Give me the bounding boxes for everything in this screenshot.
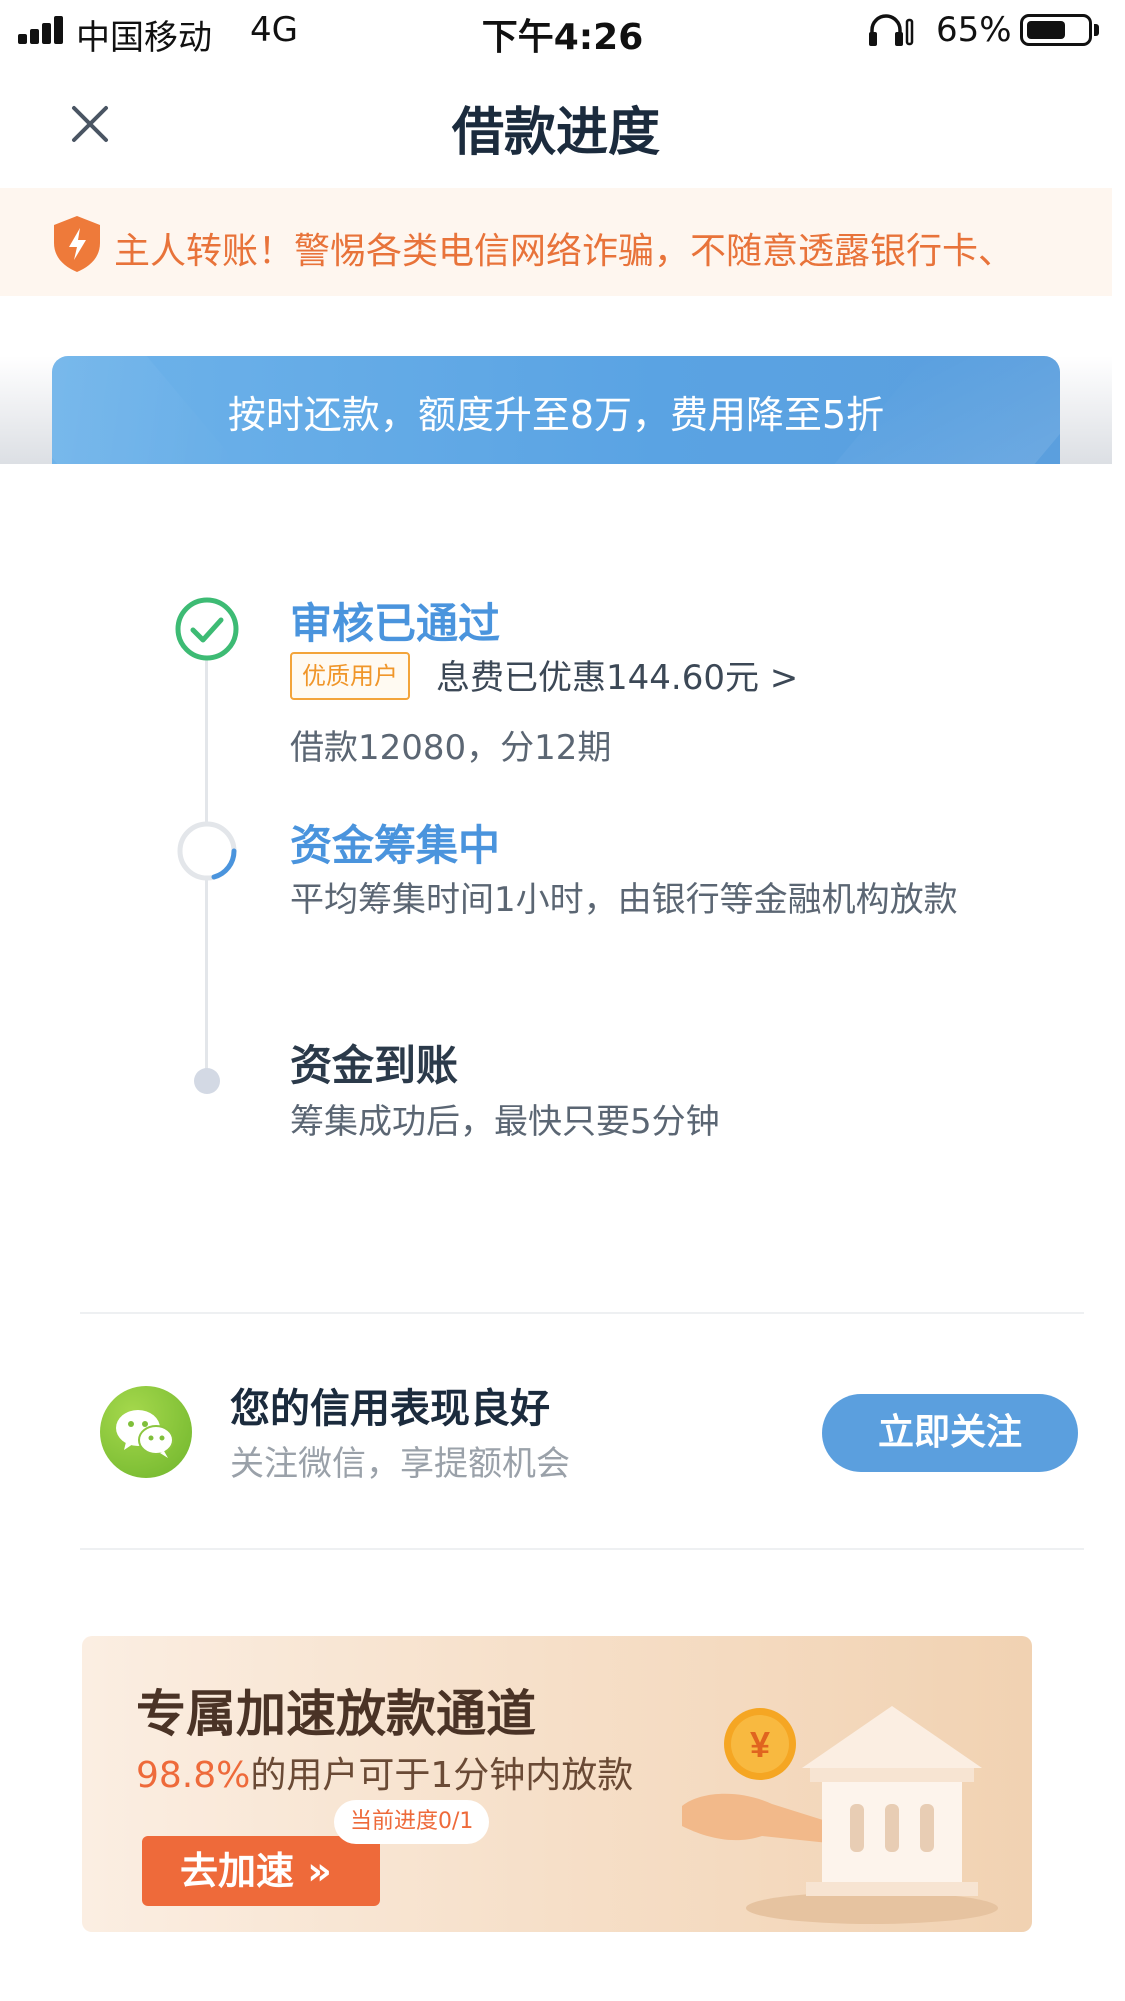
headphone-icon: [869, 14, 914, 46]
battery-percent: 65%: [936, 10, 1012, 50]
shield-icon: [54, 216, 100, 272]
page-title: 借款进度: [451, 103, 660, 163]
discount-link[interactable]: 息费已优惠144.60元 >: [436, 650, 798, 699]
step-detail: 筹集成功后，最快只要5分钟: [290, 1102, 720, 1142]
follow-button[interactable]: 立即关注: [822, 1394, 1078, 1472]
status-bar: 中国移动 4G 下午4:26 65%: [0, 0, 1125, 62]
speed-subtitle-rest: 的用户可于1分钟内放款: [250, 1755, 634, 1796]
fraud-warning-banner[interactable]: 主人转账！警惕各类电信网络诈骗，不随意透露银行卡、: [0, 188, 1112, 296]
pending-dot-icon: [194, 1068, 220, 1094]
premium-user-badge: 优质用户: [290, 652, 410, 700]
repayment-promo-banner[interactable]: 按时还款，额度升至8万，费用降至5折: [52, 356, 1060, 464]
credit-subtitle: 关注微信，享提额机会: [230, 1444, 570, 1484]
speed-title: 专属加速放款通道: [136, 1685, 536, 1743]
step-title: 资金筹集中: [290, 821, 501, 870]
progress-bubble: 当前进度0/1: [334, 1800, 490, 1844]
loan-detail: 借款12080，分12期: [290, 728, 612, 768]
speed-up-card[interactable]: 专属加速放款通道 98.8%的用户可于1分钟内放款 去加速 » 当前进度0/1 …: [82, 1636, 1032, 1932]
speed-subtitle: 98.8%的用户可于1分钟内放款: [136, 1746, 633, 1798]
step-title: 审核已通过: [290, 599, 501, 648]
credit-title: 您的信用表现良好: [230, 1386, 550, 1432]
promo-text: 按时还款，额度升至8万，费用降至5折: [227, 393, 885, 437]
battery-cap: [1094, 24, 1099, 36]
loading-circle-icon: [177, 821, 237, 881]
speed-up-button[interactable]: 去加速 »: [142, 1836, 380, 1906]
warning-text: 主人转账！警惕各类电信网络诈骗，不随意透露银行卡、: [114, 231, 1015, 272]
wechat-icon: [100, 1386, 192, 1478]
battery-icon: [1020, 14, 1092, 46]
coin-symbol: ¥: [750, 1724, 770, 1765]
step-title: 资金到账: [290, 1041, 459, 1090]
divider: [80, 1312, 1084, 1314]
check-circle-icon: [175, 597, 239, 661]
step-detail: 平均筹集时间1小时，由银行等金融机构放款: [290, 880, 958, 920]
bank-illustration-icon: ¥: [682, 1706, 998, 1924]
speed-highlight: 98.8%: [136, 1755, 251, 1796]
divider: [80, 1548, 1084, 1550]
